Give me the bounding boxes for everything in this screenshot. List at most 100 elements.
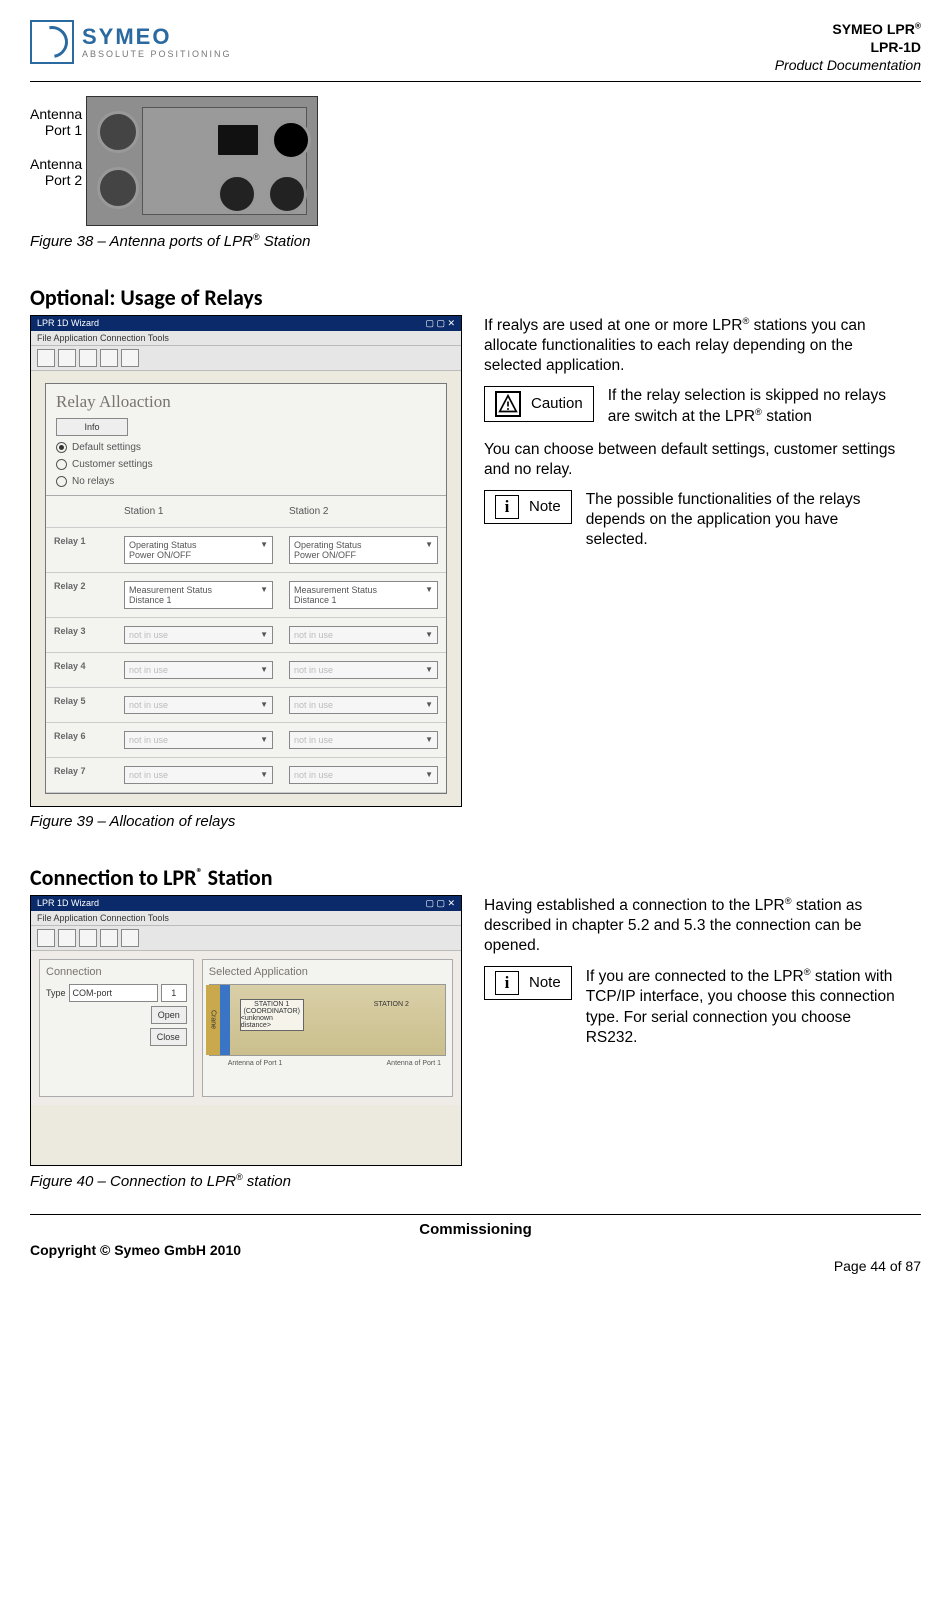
crane-label: Crane [206,985,220,1055]
wizard-title-text: LPR 1D Wizard [37,318,99,328]
radio-norelays[interactable]: No relays [56,476,436,487]
relay-row: Relay 4 not in use▼ not in use▼ [46,653,446,688]
page-header: SYMEO ABSOLUTE POSITIONING SYMEO LPR® LP… [30,20,921,82]
header-doc-title: SYMEO LPR® LPR-1D Product Documentation [775,20,921,75]
wizard-toolbar [31,346,461,371]
radio-customer[interactable]: Customer settings [56,459,436,470]
relay-dropdown[interactable]: not in use▼ [289,626,438,644]
close-button[interactable]: Close [150,1028,187,1046]
relay-panel-title: Relay Alloaction [56,392,436,412]
toolbar-button[interactable] [100,349,118,367]
wizard-menubar[interactable]: File Application Connection Tools [31,331,461,346]
relay-dropdown[interactable]: not in use▼ [124,661,273,679]
station1-box: STATION 1 (COORDINATOR) <unknown distanc… [240,999,304,1031]
relay-dropdown[interactable]: Measurement StatusDistance 1▼ [289,581,438,609]
hdr-line1: SYMEO LPR [832,21,914,37]
chevron-down-icon: ▼ [425,770,433,780]
toolbar-button[interactable] [37,349,55,367]
antenna-port2-icon [97,167,139,209]
note-text: The possible functionalities of the rela… [586,490,904,550]
chevron-down-icon: ▼ [425,540,433,560]
logo: SYMEO ABSOLUTE POSITIONING [30,20,232,64]
info-icon: i [495,495,519,519]
antenna-port1-icon [97,111,139,153]
toolbar-button[interactable] [121,929,139,947]
relay-dropdown[interactable]: not in use▼ [124,696,273,714]
antenna-port1-label-a: Antenna [30,106,82,122]
hdr-line3: Product Documentation [775,56,921,74]
ports-photo [86,96,318,226]
type-dropdown[interactable]: COM-port [69,984,158,1002]
antenna-port2-label-b: Port 2 [45,172,82,188]
wizard-menubar[interactable]: File Application Connection Tools [31,911,461,926]
relay-dropdown[interactable]: not in use▼ [124,626,273,644]
application-diagram: Crane STATION 1 (COORDINATOR) <unknown d… [209,984,446,1056]
toolbar-button[interactable] [100,929,118,947]
relay-row: Relay 3 not in use▼ not in use▼ [46,618,446,653]
axis-left-label: Antenna of Port 1 [228,1060,282,1067]
connection-description: Having established a connection to the L… [484,895,904,1060]
chevron-down-icon: ▼ [260,630,268,640]
open-button[interactable]: Open [151,1006,187,1024]
footer-section-title: Commissioning [30,1214,921,1238]
page-footer: Copyright © Symeo GmbH 2010 [30,1242,921,1258]
port-input[interactable]: 1 [161,984,187,1002]
info-button[interactable]: Info [56,418,128,436]
chevron-down-icon: ▼ [260,735,268,745]
wizard-titlebar: LPR 1D Wizard ▢ ▢ ✕ [31,896,461,911]
radio-icon [56,476,67,487]
chevron-down-icon: ▼ [425,735,433,745]
relay-dropdown[interactable]: Operating StatusPower ON/OFF▼ [289,536,438,564]
relay-wizard-screenshot: LPR 1D Wizard ▢ ▢ ✕ File Application Con… [30,315,462,807]
relay-dropdown[interactable]: not in use▼ [124,731,273,749]
window-controls-icon: ▢ ▢ ✕ [425,898,455,909]
toolbar-button[interactable] [121,349,139,367]
toolbar-button[interactable] [37,929,55,947]
relay-dropdown[interactable]: Measurement StatusDistance 1▼ [124,581,273,609]
relay-row: Relay 7 not in use▼ not in use▼ [46,758,446,793]
col-station1: Station 1 [116,496,281,527]
wizard-toolbar [31,926,461,951]
round-connector1-icon [217,174,257,214]
logo-main-text: SYMEO [82,26,232,48]
toolbar-button[interactable] [79,349,97,367]
connection-wizard-screenshot: LPR 1D Wizard ▢ ▢ ✕ File Application Con… [30,895,462,1166]
antenna-port1-label-b: Port 1 [45,122,82,138]
relay-dropdown[interactable]: not in use▼ [289,661,438,679]
info-icon: i [495,971,519,995]
figure38-caption: Figure 38 – Antenna ports of LPR® Statio… [30,232,921,250]
relays-p2: You can choose between default settings,… [484,440,904,480]
cap-port-icon [271,120,311,160]
relay-dropdown[interactable]: not in use▼ [289,696,438,714]
chevron-down-icon: ▼ [260,540,268,560]
figure39-caption: Figure 39 – Allocation of relays [30,813,921,830]
caution-label: Caution [531,394,583,414]
toolbar-button[interactable] [58,349,76,367]
col-station2: Station 2 [281,496,446,527]
note-label: Note [529,497,561,517]
chevron-down-icon: ▼ [260,700,268,710]
radio-icon [56,442,67,453]
chevron-down-icon: ▼ [260,770,268,780]
relay-dropdown[interactable]: not in use▼ [124,766,273,784]
selected-app-title: Selected Application [209,966,446,978]
caution-callout: Caution If the relay selection is skippe… [484,386,904,427]
toolbar-button[interactable] [79,929,97,947]
section-relays-heading: Optional: Usage of Relays [30,284,921,311]
relay-dropdown[interactable]: not in use▼ [289,731,438,749]
relay-dropdown[interactable]: not in use▼ [289,766,438,784]
hdr-line2: LPR-1D [775,38,921,56]
station2-label: STATION 2 [374,1001,409,1008]
figure40-caption: Figure 40 – Connection to LPR® station [30,1172,921,1190]
note-callout: i Note The possible functionalities of t… [484,490,904,550]
wizard-titlebar: LPR 1D Wizard ▢ ▢ ✕ [31,316,461,331]
toolbar-button[interactable] [58,929,76,947]
relay-row: Relay 6 not in use▼ not in use▼ [46,723,446,758]
wizard-title-text: LPR 1D Wizard [37,898,99,908]
logo-icon [30,20,74,64]
radio-default[interactable]: Default settings [56,442,436,453]
chevron-down-icon: ▼ [425,585,433,605]
connection-panel-title: Connection [46,966,187,978]
relay-dropdown[interactable]: Operating StatusPower ON/OFF▼ [124,536,273,564]
note-callout: i Note If you are connected to the LPR® … [484,966,904,1048]
